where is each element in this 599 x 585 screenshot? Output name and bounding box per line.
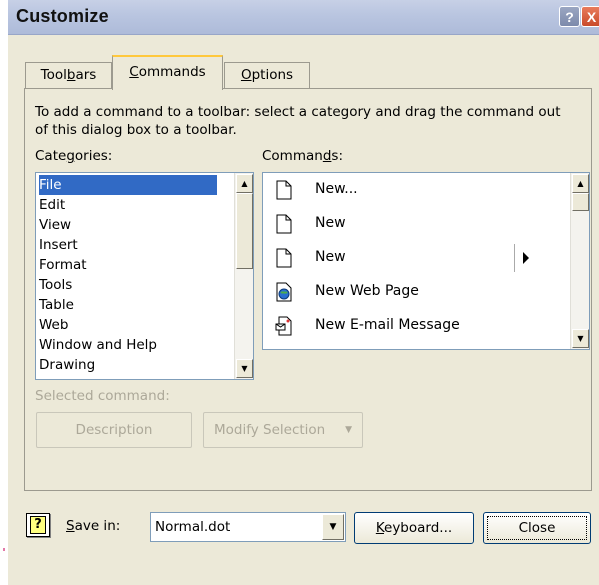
tab-label-accel: O [240, 67, 252, 83]
list-item[interactable]: Web [39, 315, 68, 335]
command-label: New... [315, 181, 358, 197]
scroll-thumb[interactable] [572, 193, 589, 211]
list-item[interactable]: File [39, 175, 217, 195]
blank-page-icon [276, 248, 292, 268]
scroll-down-icon[interactable]: ▼ [236, 359, 253, 378]
tab-options[interactable]: Options [224, 62, 310, 88]
commands-scrollbar[interactable]: ▲ ▼ [570, 173, 589, 349]
chevron-down-icon[interactable]: ▼ [322, 514, 344, 540]
web-page-icon [276, 282, 292, 302]
description-button[interactable]: Description [36, 412, 192, 448]
help-icon[interactable]: ? [559, 6, 580, 27]
scroll-up-icon[interactable]: ▲ [236, 174, 253, 193]
categories-list[interactable]: File Edit View Insert Format Tools Table… [35, 172, 254, 380]
submenu-separator [514, 244, 515, 272]
modify-selection-label: Modify Selection [214, 422, 326, 438]
tab-toolbars[interactable]: Toolbars [25, 62, 112, 88]
close-icon[interactable]: X [581, 6, 599, 27]
command-label: New E-mail Message [315, 317, 460, 333]
background-artifact [3, 548, 5, 551]
window-title: Customize [16, 6, 109, 26]
tab-label: ommands [138, 64, 206, 80]
list-item[interactable]: View [39, 215, 71, 235]
list-item[interactable]: Format [39, 255, 87, 275]
customize-dialog: Customize ? X Toolbars Commands Options … [8, 0, 599, 585]
title-bar[interactable]: Customize ? X [8, 0, 599, 35]
categories-label: Categories: [35, 148, 113, 164]
tab-label-accel: C [129, 64, 139, 80]
list-item[interactable]: New [263, 241, 563, 275]
tab-label: ars [75, 67, 97, 83]
tab-label: Tool [40, 67, 67, 83]
instructions-text: To add a command to a toolbar: select a … [35, 104, 561, 138]
commands-list[interactable]: New... New New New Web Page New E-mail M… [262, 172, 590, 350]
tab-label: ptions [251, 67, 294, 83]
commands-label: Commands: [262, 148, 343, 164]
scroll-down-icon[interactable]: ▼ [572, 329, 589, 348]
list-item[interactable]: New E-mail Message [263, 309, 563, 343]
email-message-icon [275, 316, 292, 336]
close-button[interactable]: Close [483, 512, 591, 544]
scroll-up-icon[interactable]: ▲ [572, 174, 589, 193]
list-item[interactable]: New Web Page [263, 275, 563, 309]
list-item[interactable]: Insert [39, 235, 78, 255]
keyboard-button[interactable]: Keyboard... [354, 512, 474, 544]
command-label: New Web Page [315, 283, 419, 299]
categories-scrollbar[interactable]: ▲ ▼ [234, 173, 253, 379]
dropdown-caret-icon: ▼ [345, 425, 352, 435]
blank-page-icon [276, 180, 292, 200]
list-item[interactable]: Tools [39, 275, 72, 295]
save-in-label: Save in: [66, 518, 121, 534]
list-item[interactable]: New... [263, 173, 563, 207]
background-edge [0, 0, 8, 585]
list-item[interactable]: Table [39, 295, 74, 315]
list-item[interactable]: Edit [39, 195, 65, 215]
submenu-arrow-icon [523, 252, 529, 264]
save-in-value: Normal.dot [155, 519, 231, 535]
list-item[interactable]: New [263, 207, 563, 241]
blank-page-icon [276, 214, 292, 234]
command-label: New [315, 249, 346, 265]
help-icon[interactable]: ? [26, 513, 50, 537]
tab-commands[interactable]: Commands [112, 55, 223, 90]
selected-command-label: Selected command: [35, 388, 170, 404]
list-item[interactable]: Drawing [39, 355, 95, 375]
list-item[interactable]: Window and Help [39, 335, 157, 355]
scroll-thumb[interactable] [236, 193, 253, 269]
command-label: New [315, 215, 346, 231]
save-in-select[interactable]: Normal.dot ▼ [150, 512, 346, 542]
modify-selection-button[interactable]: Modify Selection ▼ [203, 412, 363, 448]
